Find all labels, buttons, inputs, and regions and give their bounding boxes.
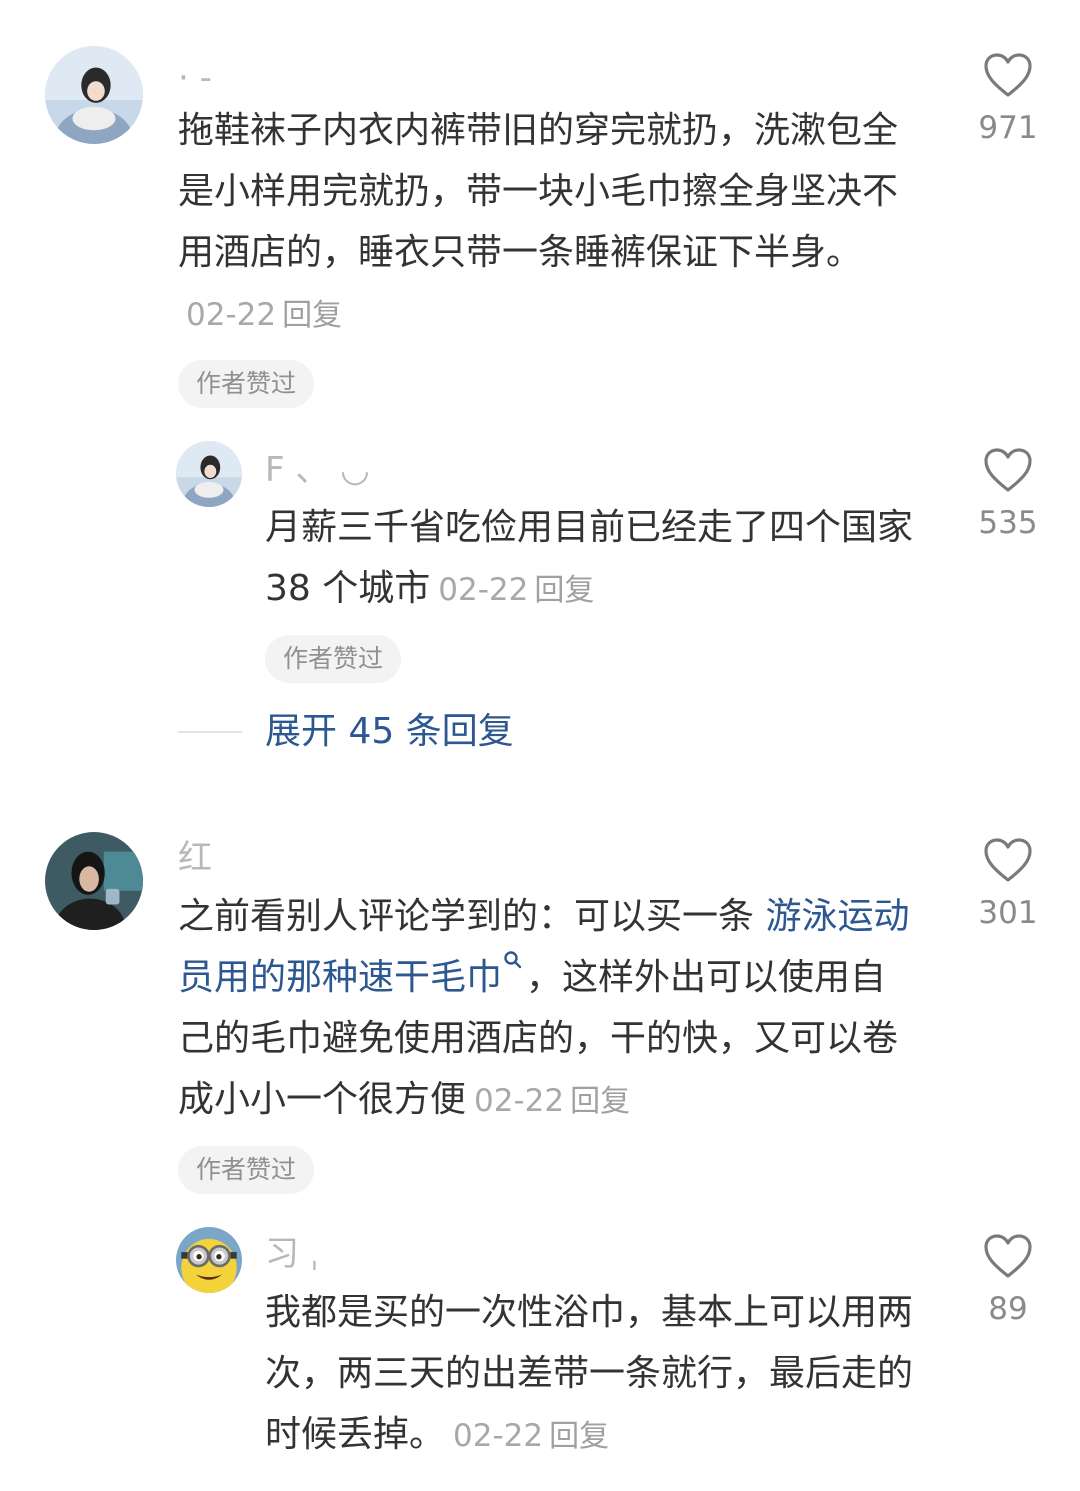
author-liked-badge: 作者赞过 [178, 360, 315, 408]
comment-date: 02-22 [186, 297, 277, 333]
divider [178, 731, 242, 733]
like-button[interactable]: 971 [953, 52, 1063, 146]
username[interactable]: 习 ˌ [265, 1232, 319, 1276]
heart-icon [984, 53, 1032, 97]
reply-text: 月薪三千省吃俭用目前已经走了四个国家 38 个城市 02-22 回复 [265, 497, 920, 621]
avatar[interactable] [176, 441, 242, 507]
comment-date: 02-22 [453, 1418, 544, 1454]
like-button[interactable]: 301 [953, 837, 1063, 931]
comment-date: 02-22 [438, 572, 529, 608]
avatar[interactable] [45, 46, 143, 144]
heart-icon [984, 838, 1032, 882]
like-count: 301 [978, 895, 1038, 931]
search-icon [504, 951, 522, 969]
username[interactable]: F 、 ◡ [265, 448, 370, 492]
avatar[interactable] [45, 832, 143, 930]
reply-button[interactable]: 回复 [549, 1419, 609, 1454]
reply-text: 我都是买的一次性浴巾，基本上可以用两次，两三天的出差带一条就行，最后走的时候丢掉… [265, 1282, 920, 1467]
like-count: 971 [978, 110, 1038, 146]
author-liked-badge: 作者赞过 [265, 635, 402, 683]
comment-date: 02-22 [474, 1083, 565, 1119]
like-button[interactable]: 89 [953, 1233, 1063, 1327]
comment-body: 之前看别人评论学到的：可以买一条 [178, 896, 766, 937]
heart-icon [984, 1234, 1032, 1278]
expand-replies-button[interactable]: 展开 45 条回复 [265, 706, 514, 758]
heart-icon [984, 448, 1032, 492]
avatar[interactable] [176, 1227, 242, 1293]
comment-body: 拖鞋袜子内衣内裤带旧的穿完就扔，洗漱包全是小样用完就扔，带一块小毛巾擦全身坚决不… [178, 110, 899, 273]
reply-button[interactable]: 回复 [534, 573, 594, 608]
reply-button[interactable]: 回复 [282, 298, 342, 333]
like-button[interactable]: 535 [953, 447, 1063, 541]
like-count: 535 [978, 505, 1038, 541]
comment-text: 拖鞋袜子内衣内裤带旧的穿完就扔，洗漱包全是小样用完就扔，带一块小毛巾擦全身坚决不… [178, 100, 918, 346]
username[interactable]: · - [178, 56, 212, 100]
like-count: 89 [988, 1291, 1028, 1327]
reply-button[interactable]: 回复 [570, 1084, 630, 1119]
comment-text: 之前看别人评论学到的：可以买一条 游泳运动员用的那种速干毛巾 ，这样外出可以使用自… [178, 886, 918, 1132]
username[interactable]: 红 [178, 836, 212, 880]
author-liked-badge: 作者赞过 [178, 1146, 315, 1194]
